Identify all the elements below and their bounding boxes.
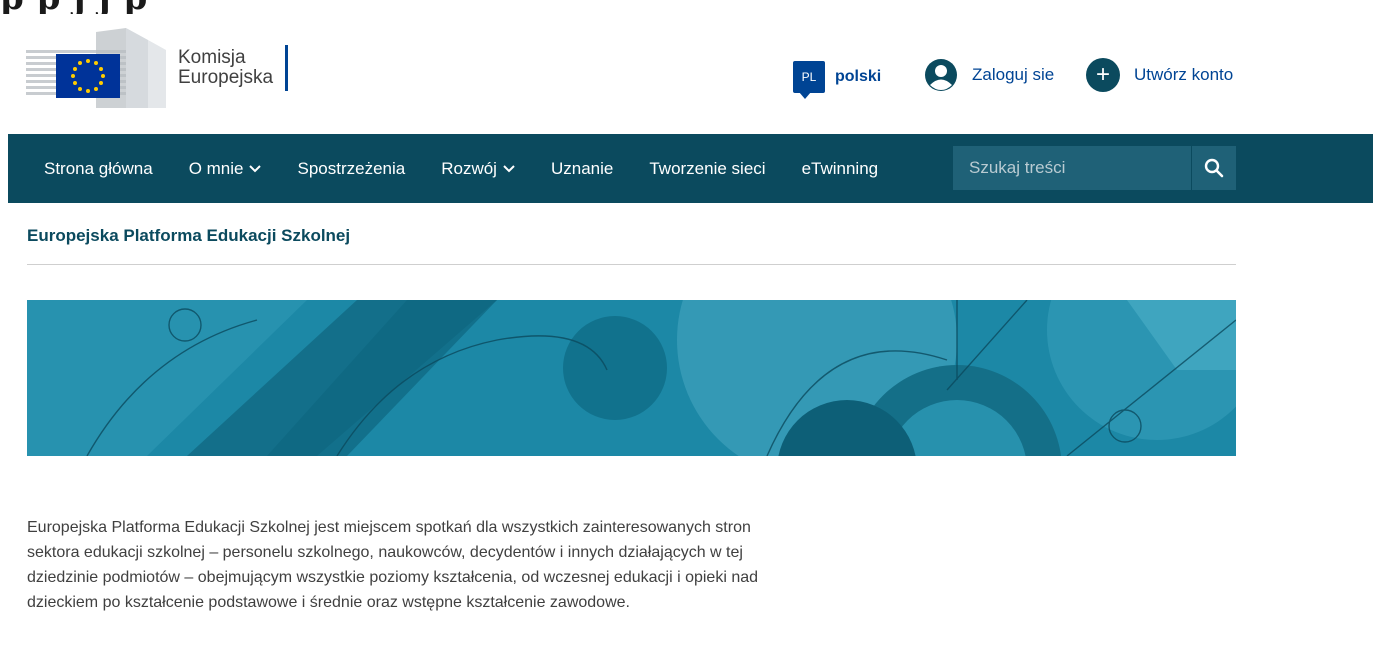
eu-flag-building-icon bbox=[26, 28, 166, 108]
cropped-headline-text: p p j j p bbox=[0, 0, 148, 14]
chevron-down-icon bbox=[249, 162, 262, 176]
chevron-down-icon bbox=[503, 162, 515, 176]
search-box bbox=[953, 146, 1236, 190]
language-code-icon: PL bbox=[793, 61, 825, 99]
logo-text: Komisja Europejska bbox=[178, 48, 273, 88]
login-link[interactable]: Zaloguj sie bbox=[924, 58, 1054, 92]
title-divider bbox=[27, 264, 1236, 265]
user-circle-icon bbox=[925, 59, 957, 91]
site-header: Komisja Europejska PL polski Zaloguj sie… bbox=[0, 14, 1373, 134]
main-navigation: Strona główna O mnie Spostrzeżenia Rozwó… bbox=[8, 134, 1373, 203]
create-account-link[interactable]: + Utwórz konto bbox=[1086, 58, 1233, 92]
site-title[interactable]: Europejska Platforma Edukacji Szkolnej bbox=[27, 226, 350, 246]
nav-item-label: Strona główna bbox=[44, 158, 153, 178]
logo-line-2: Europejska bbox=[178, 67, 274, 88]
language-label: polski bbox=[835, 68, 882, 85]
nav-item-networking[interactable]: Tworzenie sieci bbox=[649, 159, 765, 179]
nav-item-label: Uznanie bbox=[550, 158, 614, 178]
cropped-headline-strip: p p j j p bbox=[0, 0, 1373, 14]
intro-paragraph: Europejska Platforma Edukacji Szkolnej j… bbox=[27, 519, 759, 611]
nav-item-label: Rozwój bbox=[441, 158, 497, 178]
nav-item-label: Spostrzeżenia bbox=[297, 158, 406, 178]
nav-items: Strona główna O mnie Spostrzeżenia Rozwó… bbox=[8, 134, 878, 203]
logo-line-1: Komisja bbox=[178, 47, 246, 68]
search-input[interactable] bbox=[953, 146, 1191, 190]
search-icon bbox=[1204, 158, 1224, 178]
search-button[interactable] bbox=[1191, 146, 1236, 190]
nav-item-label: Tworzenie sieci bbox=[649, 158, 766, 178]
logo-divider-bar bbox=[285, 45, 289, 91]
nav-item-label: eTwinning bbox=[801, 158, 879, 178]
nav-item-home[interactable]: Strona główna bbox=[44, 159, 153, 179]
language-selector[interactable]: PL polski bbox=[793, 61, 882, 99]
nav-item-etwinning[interactable]: eTwinning bbox=[802, 159, 879, 179]
plus-circle-icon: + bbox=[1086, 58, 1120, 92]
create-account-label: Utwórz konto bbox=[1134, 65, 1234, 84]
nav-item-about[interactable]: O mnie bbox=[189, 159, 262, 179]
nav-item-label: O mnie bbox=[188, 158, 244, 178]
hero-banner bbox=[27, 300, 1236, 456]
nav-item-recognition[interactable]: Uznanie bbox=[551, 159, 613, 179]
nav-item-development[interactable]: Rozwój bbox=[441, 159, 515, 179]
login-label: Zaloguj sie bbox=[972, 65, 1055, 84]
decorative-banner-graphic bbox=[27, 300, 1236, 456]
european-commission-logo[interactable]: Komisja Europejska bbox=[26, 28, 316, 108]
nav-item-insights[interactable]: Spostrzeżenia bbox=[297, 159, 405, 179]
